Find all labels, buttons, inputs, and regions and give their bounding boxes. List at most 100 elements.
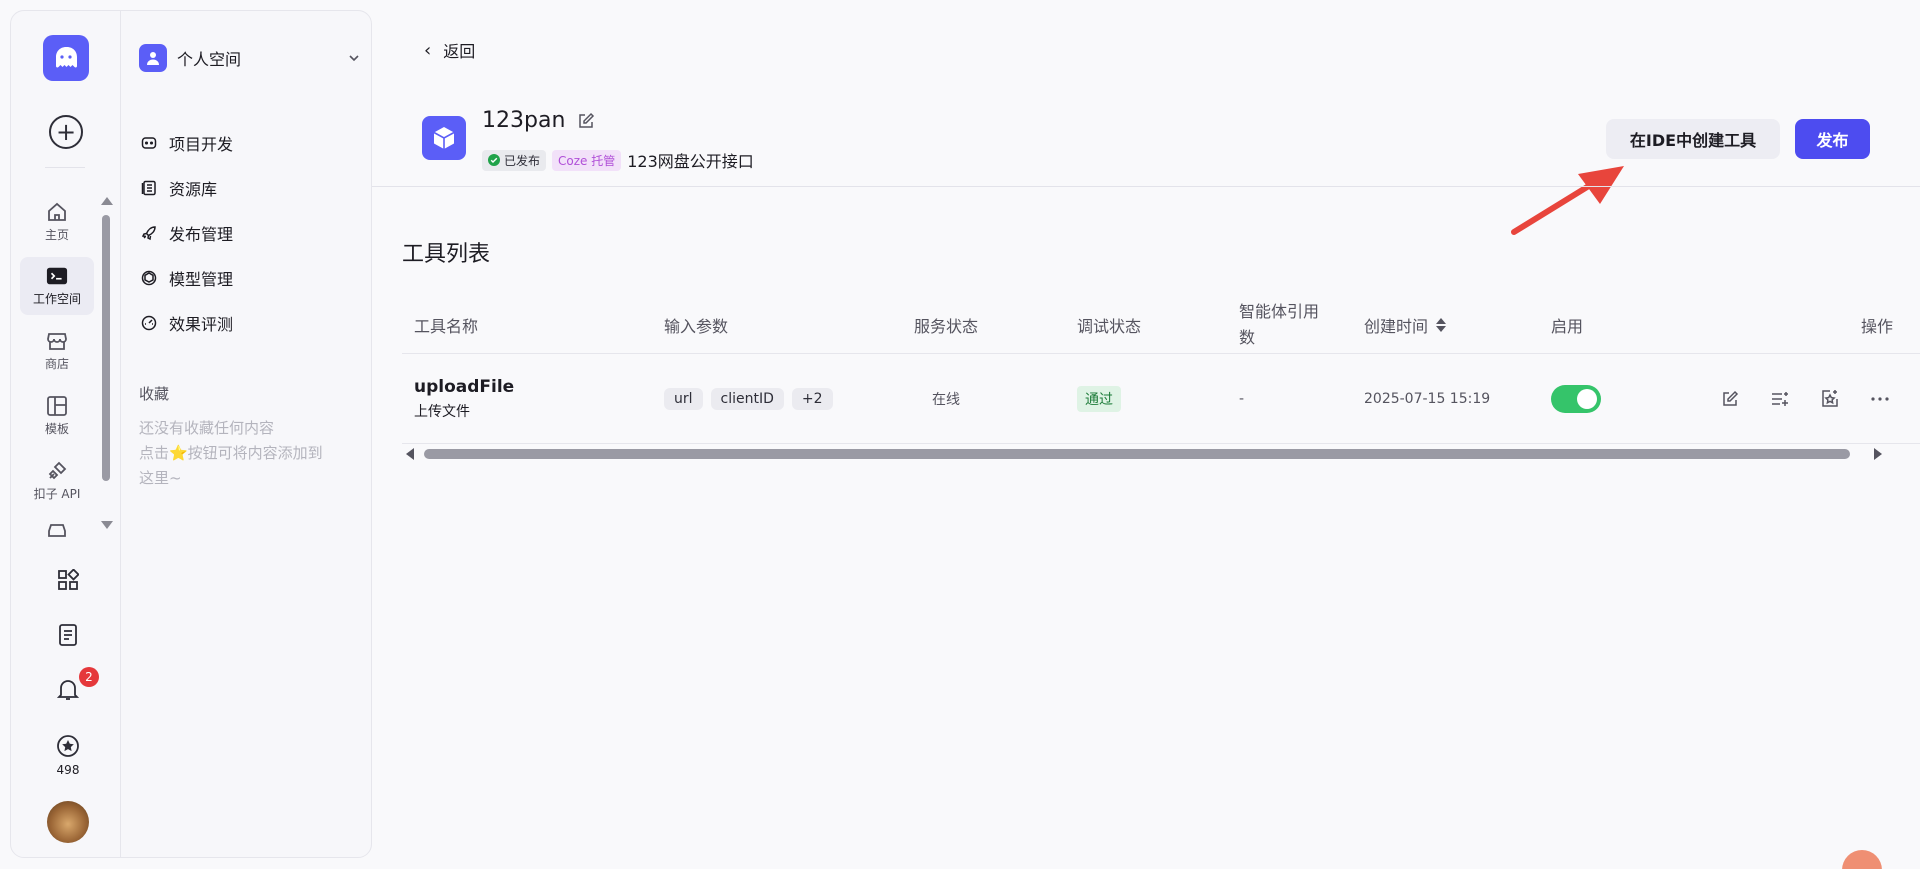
app-meta: 已发布 Coze 托管 123网盘公开接口 <box>482 148 754 172</box>
scroll-thumb[interactable] <box>102 215 110 481</box>
library-icon <box>141 180 156 196</box>
scroll-right-arrow-icon[interactable] <box>1874 448 1882 460</box>
created-time: 2025-07-15 15:19 <box>1364 391 1491 407</box>
terminal-icon <box>46 265 68 287</box>
menu-item-projects[interactable]: 项目开发 <box>141 128 233 158</box>
nav-label: 商店 <box>44 357 69 371</box>
api-icon <box>46 460 68 482</box>
car-icon <box>46 519 68 539</box>
nav-item-templates[interactable]: 模板 <box>20 387 94 445</box>
host-badge: Coze 托管 <box>552 149 622 171</box>
column-header-agent-refs: 智能体引用 数 <box>1239 296 1319 354</box>
app-cube-icon <box>422 116 466 160</box>
notification-badge: 2 <box>79 667 99 687</box>
menu-item-evaluation[interactable]: 效果评测 <box>141 308 233 338</box>
column-header: 服务状态 <box>914 317 979 336</box>
scroll-left-arrow-icon[interactable] <box>406 448 414 460</box>
section-title: 工具列表 <box>402 242 491 267</box>
param-chip: clientID <box>710 388 784 410</box>
create-in-ide-button[interactable]: 在IDE中创建工具 <box>1606 119 1780 159</box>
column-header-created[interactable]: 创建时间 <box>1364 296 1447 354</box>
column-header-label: 创建时间 <box>1364 317 1429 336</box>
floating-assistant-button[interactable] <box>1842 850 1882 869</box>
nav-item-more[interactable] <box>20 519 94 539</box>
app-description: 123网盘公开接口 <box>627 152 754 171</box>
back-label: 返回 <box>443 42 476 61</box>
column-header: 工具名称 <box>414 317 479 336</box>
back-link[interactable]: ‹ 返回 <box>424 38 475 62</box>
star-circle-icon[interactable] <box>55 733 81 759</box>
app-title: 123pan <box>482 108 595 133</box>
chevron-down-icon <box>349 55 359 62</box>
nav-label: 工作空间 <box>32 292 81 306</box>
header-divider <box>372 186 1920 187</box>
more-options-icon[interactable] <box>1868 387 1892 411</box>
rail-divider <box>45 167 85 168</box>
favorites-empty-line3: 这里~ <box>139 469 182 487</box>
agent-refs: - <box>1239 391 1245 407</box>
table-header: 工具名称 输入参数 服务状态 调试状态 智能体引用 数 创建时间 启用 操作 <box>402 296 1920 354</box>
scroll-thumb[interactable] <box>424 449 1850 459</box>
menu-label: 模型管理 <box>169 270 234 289</box>
publish-button[interactable]: 发布 <box>1795 119 1870 159</box>
space-sidebar: 个人空间 项目开发 资源库 发布管理 模型管理 效果评测 收藏 还没有收藏任何内… <box>121 11 371 857</box>
favorites-empty-line1: 还没有收藏任何内容 <box>139 419 275 437</box>
tool-desc: 上传文件 <box>414 404 470 420</box>
apps-grid-icon[interactable] <box>55 567 81 593</box>
status-text: 已发布 <box>504 153 541 168</box>
enable-toggle[interactable] <box>1551 385 1601 413</box>
favorites-empty-line2: 点击⭐按钮可将内容添加到 <box>139 444 323 462</box>
app-name: 123pan <box>482 108 566 133</box>
nav-item-home[interactable]: 主页 <box>20 193 94 251</box>
user-icon <box>139 44 167 72</box>
list-add-icon[interactable] <box>1768 387 1792 411</box>
rail-scrollbar[interactable] <box>99 193 113 533</box>
left-panel: + 主页 工作空间 商店 模板 扣子 API 2 498 个人空间 项目开发 资… <box>10 10 372 858</box>
table-horizontal-scrollbar[interactable] <box>404 446 1884 462</box>
scroll-down-arrow-icon[interactable] <box>101 521 113 529</box>
space-switcher[interactable]: 个人空间 <box>139 43 361 73</box>
bell-icon[interactable] <box>55 677 81 703</box>
create-plus-icon[interactable]: + <box>49 115 83 149</box>
chevron-left-icon: ‹ <box>424 39 432 61</box>
docs-icon[interactable] <box>55 622 81 648</box>
sort-icon[interactable] <box>1436 318 1447 332</box>
column-header-line1: 智能体引用 <box>1239 302 1320 321</box>
nav-label: 扣子 API <box>33 487 81 501</box>
param-more-chip[interactable]: +2 <box>791 388 833 410</box>
table-row[interactable]: uploadFile 上传文件 url clientID +2 在线 通过 - … <box>402 354 1920 444</box>
scroll-up-arrow-icon[interactable] <box>101 197 113 205</box>
menu-item-library[interactable]: 资源库 <box>141 173 217 203</box>
debug-star-icon[interactable] <box>1818 387 1842 411</box>
star-count: 498 <box>56 763 80 777</box>
favorites-title: 收藏 <box>139 385 170 403</box>
nav-item-api[interactable]: 扣子 API <box>20 452 94 510</box>
rocket-icon <box>141 226 156 241</box>
nav-item-store[interactable]: 商店 <box>20 322 94 380</box>
nav-rail: + 主页 工作空间 商店 模板 扣子 API 2 498 <box>11 11 121 857</box>
bot-icon <box>141 137 157 149</box>
template-icon <box>46 395 68 417</box>
edit-icon[interactable] <box>1718 387 1742 411</box>
menu-label: 发布管理 <box>169 225 234 244</box>
column-header: 输入参数 <box>664 317 729 336</box>
status-badge: 已发布 <box>482 149 547 171</box>
nav-label: 主页 <box>44 228 69 242</box>
debug-status-cell: 通过 <box>1077 354 1121 444</box>
column-header: 启用 <box>1551 317 1584 336</box>
home-icon <box>46 201 68 223</box>
edit-icon[interactable] <box>577 112 595 130</box>
coze-logo-icon[interactable] <box>43 35 89 81</box>
menu-item-publish-mgmt[interactable]: 发布管理 <box>141 218 233 248</box>
menu-item-model-mgmt[interactable]: 模型管理 <box>141 263 233 293</box>
space-name: 个人空间 <box>177 50 242 69</box>
user-avatar[interactable] <box>47 801 89 843</box>
param-chip: url <box>664 388 703 410</box>
tool-name-cell: uploadFile 上传文件 <box>414 354 514 444</box>
nav-item-workspace[interactable]: 工作空间 <box>20 257 94 315</box>
column-header: 调试状态 <box>1077 317 1142 336</box>
menu-label: 效果评测 <box>169 315 234 334</box>
store-icon <box>46 330 68 352</box>
annotation-arrow-icon <box>1511 166 1624 235</box>
menu-label: 项目开发 <box>169 135 234 154</box>
